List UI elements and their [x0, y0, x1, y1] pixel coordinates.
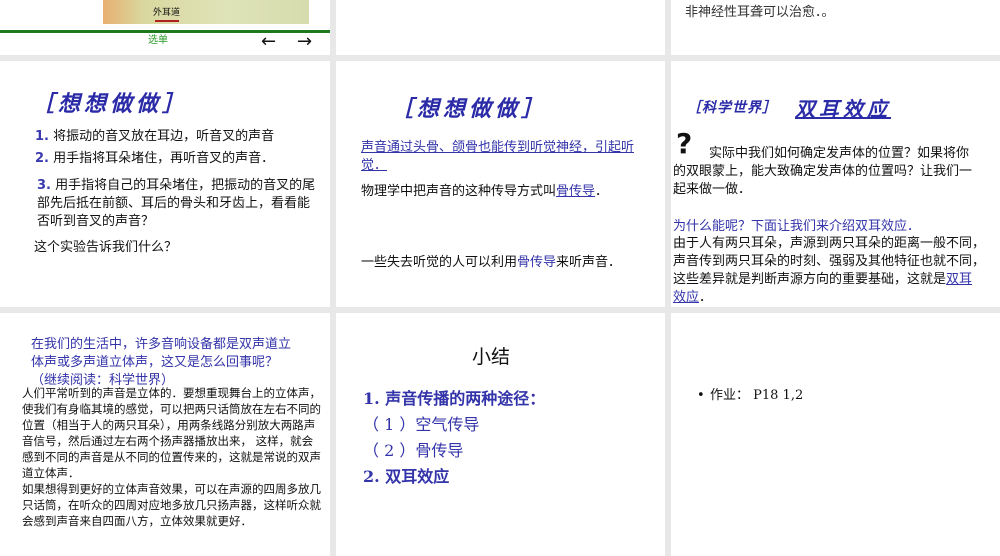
slide-thumbnail-5[interactable]: ［想想做做］ 声音通过头骨、颌骨也能传到听觉神经，引起听觉． 物理学中把声音的这… [336, 61, 665, 307]
slide-title: ［想想做做］ [391, 96, 548, 122]
slide-text: 非神经性耳聋可以治愈．。 [685, 5, 835, 20]
slide-thumbnail-8[interactable]: 小结 1. 声音传播的两种途径： （ 1 ）空气传导 （ 2 ）骨传导 2. 双… [336, 313, 665, 556]
slide-title: 双耳效应 [795, 97, 891, 121]
intro-text: 在我们的生活中，许多音响设备都是双声道立体声或多声道立体声，这又是怎么回事呢？（… [31, 337, 292, 388]
step-1: 1. 将振动的音叉放在耳边，听音叉的声音 [35, 129, 275, 144]
next-arrow-button[interactable]: → [297, 33, 312, 51]
slide-thumbnail-3[interactable]: 非神经性耳聋可以治愈．。 [671, 0, 1000, 55]
image-label: 外耳道 [153, 8, 181, 18]
summary-line-2: （ 1 ）空气传导 [363, 415, 480, 434]
body-paragraph-2: 如果想得到更好的立体声音效果，可以在声源的四周多放几只话筒，在听众的四周对应地多… [22, 482, 321, 528]
paragraph-3: 由于人有两只耳朵，声源到两只耳朵的距离一般不同，声音传到两只耳朵的时刻、强弱及其… [673, 236, 986, 305]
paragraph-2: 为什么能呢？下面让我们来介绍双耳效应． [673, 219, 921, 234]
slide-title-bracket: ［科学世界］ [687, 100, 777, 116]
bullet-icon: • [697, 388, 705, 403]
summary-line-4: 2. 双耳效应 [363, 467, 450, 486]
question-text: 这个实验告诉我们什么？ [34, 240, 178, 255]
step-2: 2. 用手指将耳朵堵住，再听音叉的声音． [35, 150, 325, 168]
slide-thumbnail-6[interactable]: ［科学世界］ 双耳效应 ? 实际中我们如何确定发声体的位置？如果将你的双眼蒙上，… [671, 61, 1000, 307]
slide-title: 小结 [472, 346, 511, 368]
paragraph-3: 一些失去听觉的人可以利用骨传导来听声音． [361, 255, 622, 270]
menu-link[interactable]: 选单 [148, 32, 168, 50]
paragraph-1: 实际中我们如何确定发声体的位置？如果将你的双眼蒙上，能大致确定发声体的位置吗？让… [673, 146, 973, 197]
slide-title: ［想想做做］ [32, 91, 189, 117]
bone-conduction-term[interactable]: 骨传导 [556, 184, 595, 199]
prev-arrow-button[interactable]: ← [261, 33, 276, 51]
summary-line-3: （ 2 ）骨传导 [363, 441, 464, 460]
slide-thumbnail-7[interactable]: 在我们的生活中，许多音响设备都是双声道立体声或多声道立体声，这又是怎么回事呢？（… [0, 313, 330, 556]
paragraph-2: 物理学中把声音的这种传导方式叫骨传导． [361, 184, 609, 199]
ear-diagram-image [103, 0, 309, 24]
summary-line-1: 1. 声音传播的两种途径： [363, 389, 546, 408]
slide-thumbnail-1[interactable]: 外耳道 选单 ← → [0, 0, 330, 55]
body-paragraph-1: 人们平常听到的声音是立体的．要想重现舞台上的立体声，使我们有身临其境的感觉，可以… [22, 386, 321, 480]
homework-text: 作业： P18 1,2 [710, 388, 804, 403]
slide-thumbnail-2[interactable] [336, 0, 665, 55]
slide-thumbnail-4[interactable]: ［想想做做］ 1. 将振动的音叉放在耳边，听音叉的声音 2. 用手指将耳朵堵住，… [0, 61, 330, 307]
bone-conduction-link[interactable]: 声音通过头骨、颌骨也能传到听觉神经，引起听觉． [361, 139, 646, 175]
label-underline [155, 20, 179, 22]
slide-thumbnail-9[interactable]: • 作业： P18 1,2 [671, 313, 1000, 556]
step-3: 3. 用手指将自己的耳朵堵住，把振动的音叉的尾部先后抵在前额、耳后的骨头和牙齿上… [37, 178, 316, 229]
